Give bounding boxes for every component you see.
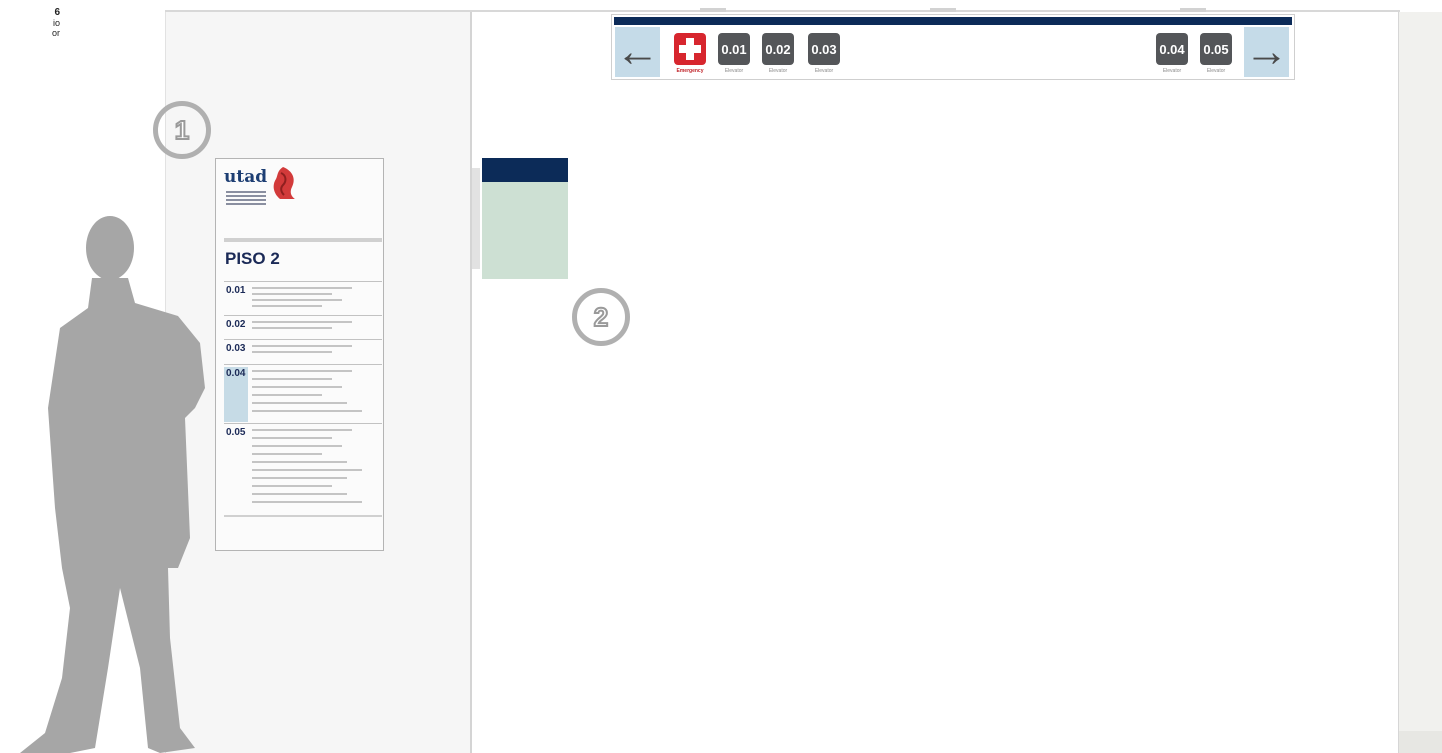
text-line	[252, 501, 362, 503]
cross-shape	[679, 38, 701, 60]
text-line	[252, 293, 332, 295]
text-line	[252, 402, 347, 404]
person-silhouette	[20, 216, 205, 753]
logo-text: utad	[224, 167, 268, 187]
room-sub-label: Elevator	[814, 68, 834, 74]
callout-badge-2: 2	[572, 288, 630, 346]
wall-sign-header	[482, 158, 568, 182]
room-badge: 0.01	[718, 33, 750, 65]
room-badge: 0.02	[762, 33, 794, 65]
text-line	[252, 327, 332, 329]
directory-row: 0.03	[224, 339, 382, 364]
corner-line-3: or	[51, 28, 60, 38]
room-badge: 0.03	[808, 33, 840, 65]
ceiling-mount	[1180, 8, 1206, 12]
text-line	[252, 287, 352, 289]
text-line	[252, 345, 352, 347]
text-line	[252, 485, 332, 487]
room-sub-label: Elevator	[1162, 68, 1182, 74]
room-number: 0.02	[226, 319, 246, 330]
utad-crest-icon	[273, 167, 295, 199]
text-line	[252, 410, 362, 412]
logo-stripes	[226, 191, 266, 205]
room-badge: 0.05	[1200, 33, 1232, 65]
panel-divider	[224, 238, 382, 242]
directory-row-highlighted: 0.04	[224, 364, 382, 422]
room-number: 0.01	[226, 285, 246, 296]
text-line	[252, 461, 347, 463]
room-sub-label: Elevator	[1206, 68, 1226, 74]
ceiling-mount	[700, 8, 726, 12]
room-sub-label: Elevator	[724, 68, 744, 74]
directory-row: 0.01	[224, 281, 382, 315]
text-line	[252, 394, 322, 396]
corner-line-2: io	[52, 18, 60, 28]
text-line	[252, 386, 342, 388]
text-line	[252, 437, 332, 439]
arrow-right-icon: →	[1244, 27, 1289, 77]
room-number: 0.04	[226, 368, 246, 379]
text-line	[252, 493, 347, 495]
text-line	[252, 477, 347, 479]
text-line	[252, 351, 332, 353]
panel-divider	[224, 515, 382, 517]
arrow-left-icon: ←	[615, 27, 660, 77]
callout-badge-2-number: 2	[593, 301, 610, 333]
room-number: 0.03	[226, 343, 246, 354]
ceiling-line	[165, 10, 1400, 12]
text-line	[252, 299, 342, 301]
wall-sign-body	[482, 182, 568, 279]
ceiling-mount	[930, 8, 956, 12]
room-number: 0.05	[226, 427, 246, 438]
text-line	[252, 305, 322, 307]
floor-title: PISO 2	[225, 249, 280, 268]
room-sub-label: Elevator	[768, 68, 788, 74]
wall-sign	[482, 158, 568, 279]
text-line	[252, 370, 352, 372]
text-line	[252, 469, 362, 471]
text-line	[252, 429, 352, 431]
emergency-label: Emergency	[676, 68, 704, 74]
directory-row: 0.02	[224, 315, 382, 338]
floor-directory-panel: utad PISO 2 0.01 0.02 0.03 0.04 0.05	[215, 158, 384, 551]
room-badge: 0.04	[1156, 33, 1188, 65]
corner-caption: 6 io or	[0, 7, 60, 39]
text-line	[252, 378, 332, 380]
callout-badge-1: 1	[153, 101, 211, 159]
wall-corner-edge	[470, 10, 472, 753]
wall-sign-edge	[472, 168, 480, 269]
corner-line-1: 6	[54, 7, 60, 18]
logo: utad	[224, 167, 295, 205]
right-wall-column	[1398, 12, 1442, 753]
sign-top-band	[614, 17, 1292, 25]
right-wall-foot	[1399, 731, 1442, 753]
text-line	[252, 453, 322, 455]
overhead-directional-sign: ← Emergency 0.01 Elevator 0.02 Elevator …	[611, 14, 1295, 80]
text-line	[252, 321, 352, 323]
medical-cross-icon	[674, 33, 706, 65]
callout-badge-1-number: 1	[174, 114, 191, 146]
directory-row: 0.05	[224, 423, 382, 516]
text-line	[252, 445, 342, 447]
